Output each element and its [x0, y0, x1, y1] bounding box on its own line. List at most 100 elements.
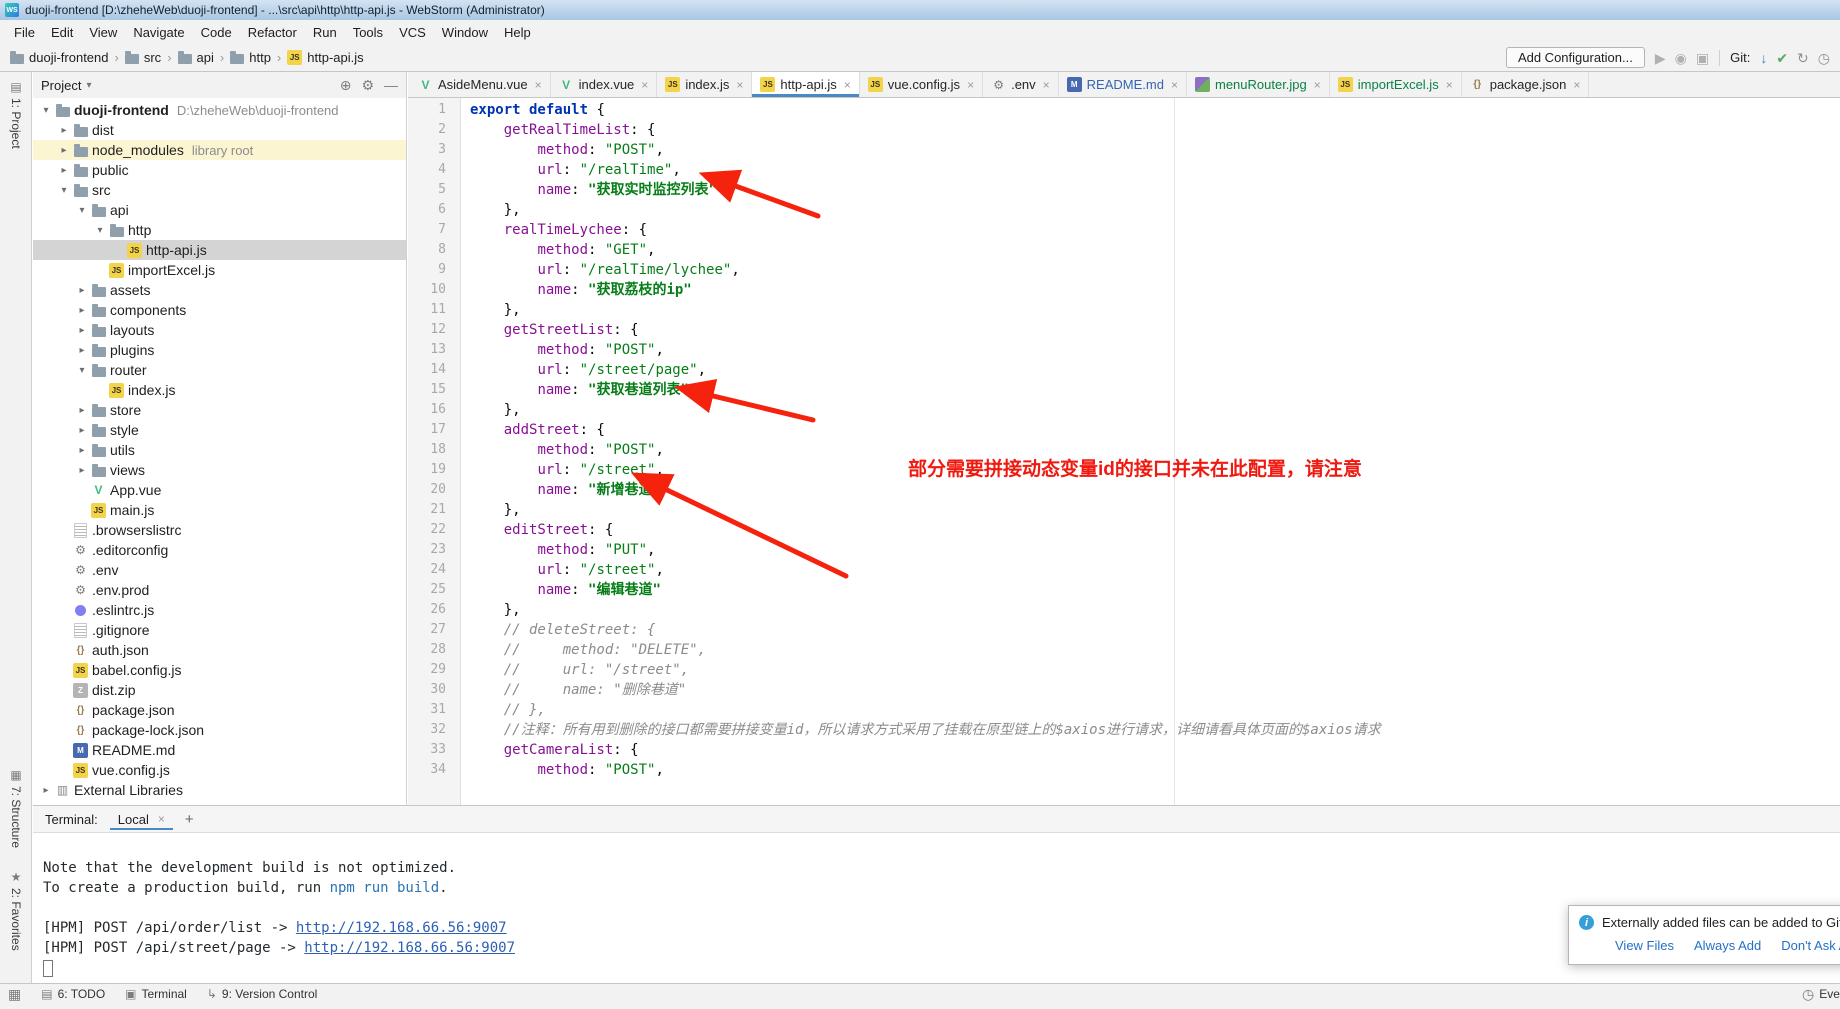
- close-icon[interactable]: ×: [158, 812, 165, 826]
- settings-icon[interactable]: ⚙: [361, 78, 374, 92]
- menu-view[interactable]: View: [81, 22, 125, 43]
- close-icon[interactable]: ×: [1314, 78, 1321, 92]
- code-line[interactable]: 29 // url: "/street",: [408, 660, 1840, 680]
- close-icon[interactable]: ×: [535, 78, 542, 92]
- code-line[interactable]: 11 },: [408, 300, 1840, 320]
- chevron-collapsed-icon[interactable]: ▸: [75, 325, 89, 336]
- editor-tab-vue-config-js[interactable]: JSvue.config.js×: [860, 72, 983, 97]
- tree-item-plugins[interactable]: ▸plugins: [33, 340, 406, 360]
- code-line[interactable]: 28 // method: "DELETE",: [408, 640, 1840, 660]
- tree-item-public[interactable]: ▸public: [33, 160, 406, 180]
- tree-item-duoji-frontend[interactable]: ▾duoji-frontendD:\zheheWeb\duoji-fronten…: [33, 100, 406, 120]
- chevron-collapsed-icon[interactable]: ▸: [75, 425, 89, 436]
- tree-item-browserslistrc[interactable]: .browserslistrc: [33, 520, 406, 540]
- project-view-selector[interactable]: Project ▾: [41, 78, 92, 93]
- tree-item-external-libraries[interactable]: ▸▥External Libraries: [33, 780, 406, 800]
- code-line[interactable]: 13 method: "POST",: [408, 340, 1840, 360]
- code-line[interactable]: 25 name: "编辑巷道": [408, 580, 1840, 600]
- tree-item-api[interactable]: ▾api: [33, 200, 406, 220]
- breadcrumb-item-http-api-js[interactable]: JShttp-api.js: [283, 48, 367, 67]
- code-editor[interactable]: 1export default {2 getRealTimeList: {3 m…: [408, 98, 1840, 805]
- editor-tab-importexcel-js[interactable]: JSimportExcel.js×: [1330, 72, 1462, 97]
- chevron-collapsed-icon[interactable]: ▸: [75, 345, 89, 356]
- code-line[interactable]: 6 },: [408, 200, 1840, 220]
- chevron-collapsed-icon[interactable]: ▸: [75, 285, 89, 296]
- notification-action-don-t-ask-again[interactable]: Don't Ask Again: [1781, 938, 1840, 953]
- tree-item-app-vue[interactable]: VApp.vue: [33, 480, 406, 500]
- tree-item-components[interactable]: ▸components: [33, 300, 406, 320]
- code-line[interactable]: 17 addStreet: {: [408, 420, 1840, 440]
- chevron-collapsed-icon[interactable]: ▸: [75, 445, 89, 456]
- tree-item-dist[interactable]: ▸dist: [33, 120, 406, 140]
- code-line[interactable]: 5 name: "获取实时监控列表": [408, 180, 1840, 200]
- debug-icon[interactable]: ◉: [1675, 51, 1687, 65]
- tree-item-views[interactable]: ▸views: [33, 460, 406, 480]
- tree-item-http[interactable]: ▾http: [33, 220, 406, 240]
- tree-item-package-lock-json[interactable]: {}package-lock.json: [33, 720, 406, 740]
- tree-item-node-modules[interactable]: ▸node_moduleslibrary root: [33, 140, 406, 160]
- menu-file[interactable]: File: [6, 22, 43, 43]
- close-icon[interactable]: ×: [1573, 78, 1580, 92]
- breadcrumb-item-src[interactable]: src: [121, 48, 165, 67]
- editor-tab-package-json[interactable]: {}package.json×: [1462, 72, 1590, 97]
- tree-item-readme-md[interactable]: MREADME.md: [33, 740, 406, 760]
- code-line[interactable]: 16 },: [408, 400, 1840, 420]
- git-update-icon[interactable]: ↓: [1760, 51, 1767, 65]
- code-line[interactable]: 23 method: "PUT",: [408, 540, 1840, 560]
- code-line[interactable]: 3 method: "POST",: [408, 140, 1840, 160]
- code-line[interactable]: 22 editStreet: {: [408, 520, 1840, 540]
- breadcrumb-item-http[interactable]: http: [226, 48, 275, 67]
- code-line[interactable]: 9 url: "/realTime/lychee",: [408, 260, 1840, 280]
- code-line[interactable]: 32 //注释：所有用到删除的接口都需要拼接变量id，所以请求方式采用了挂载在原…: [408, 720, 1840, 740]
- git-revert-icon[interactable]: ↻: [1797, 51, 1809, 65]
- chevron-expanded-icon[interactable]: ▾: [75, 365, 89, 376]
- menu-window[interactable]: Window: [434, 22, 496, 43]
- status-event-log[interactable]: ◷ Event Log: [1802, 987, 1840, 1001]
- tree-item-http-api-js[interactable]: JShttp-api.js: [33, 240, 406, 260]
- tool-button-favorites[interactable]: ★ 2: Favorites: [0, 870, 32, 951]
- status-item-terminal[interactable]: ▣Terminal: [125, 987, 187, 1001]
- chevron-collapsed-icon[interactable]: ▸: [57, 125, 71, 136]
- notification-action-always-add[interactable]: Always Add: [1694, 938, 1761, 953]
- tree-item-vue-config-js[interactable]: JSvue.config.js: [33, 760, 406, 780]
- chevron-collapsed-icon[interactable]: ▸: [75, 465, 89, 476]
- terminal-tab-local[interactable]: Local ×: [110, 809, 173, 830]
- tree-item-auth-json[interactable]: {}auth.json: [33, 640, 406, 660]
- menu-tools[interactable]: Tools: [345, 22, 391, 43]
- tree-item-eslintrc-js[interactable]: .eslintrc.js: [33, 600, 406, 620]
- breadcrumb-item-duoji-frontend[interactable]: duoji-frontend: [6, 48, 113, 67]
- code-line[interactable]: 30 // name: "删除巷道": [408, 680, 1840, 700]
- tree-item-package-json[interactable]: {}package.json: [33, 700, 406, 720]
- tree-item-router[interactable]: ▾router: [33, 360, 406, 380]
- chevron-expanded-icon[interactable]: ▾: [39, 105, 53, 116]
- tree-item-store[interactable]: ▸store: [33, 400, 406, 420]
- tool-button-project[interactable]: ▤ 1: Project: [0, 80, 32, 149]
- tree-item-src[interactable]: ▾src: [33, 180, 406, 200]
- chevron-collapsed-icon[interactable]: ▸: [57, 145, 71, 156]
- tree-item-layouts[interactable]: ▸layouts: [33, 320, 406, 340]
- code-line[interactable]: 34 method: "POST",: [408, 760, 1840, 780]
- tree-item-babel-config-js[interactable]: JSbabel.config.js: [33, 660, 406, 680]
- run-icon[interactable]: ▶: [1655, 51, 1666, 65]
- terminal-link[interactable]: http://192.168.66.56:9007: [296, 920, 507, 936]
- tree-item-main-js[interactable]: JSmain.js: [33, 500, 406, 520]
- code-line[interactable]: 21 },: [408, 500, 1840, 520]
- code-line[interactable]: 14 url: "/street/page",: [408, 360, 1840, 380]
- code-line[interactable]: 8 method: "GET",: [408, 240, 1840, 260]
- chevron-collapsed-icon[interactable]: ▸: [57, 165, 71, 176]
- close-icon[interactable]: ×: [1446, 78, 1453, 92]
- close-icon[interactable]: ×: [967, 78, 974, 92]
- chevron-expanded-icon[interactable]: ▾: [75, 205, 89, 216]
- code-line[interactable]: 31 // },: [408, 700, 1840, 720]
- editor-tab-index-js[interactable]: JSindex.js×: [657, 72, 752, 97]
- tool-button-structure[interactable]: ▦ 7: Structure: [0, 768, 32, 848]
- code-line[interactable]: 12 getStreetList: {: [408, 320, 1840, 340]
- editor-tab-readme-md[interactable]: MREADME.md×: [1059, 72, 1187, 97]
- menu-code[interactable]: Code: [193, 22, 240, 43]
- menu-run[interactable]: Run: [305, 22, 345, 43]
- close-icon[interactable]: ×: [844, 78, 851, 92]
- code-line[interactable]: 4 url: "/realTime",: [408, 160, 1840, 180]
- chevron-collapsed-icon[interactable]: ▸: [75, 305, 89, 316]
- status-item-9-version-control[interactable]: ↳9: Version Control: [207, 987, 317, 1001]
- code-line[interactable]: 1export default {: [408, 100, 1840, 120]
